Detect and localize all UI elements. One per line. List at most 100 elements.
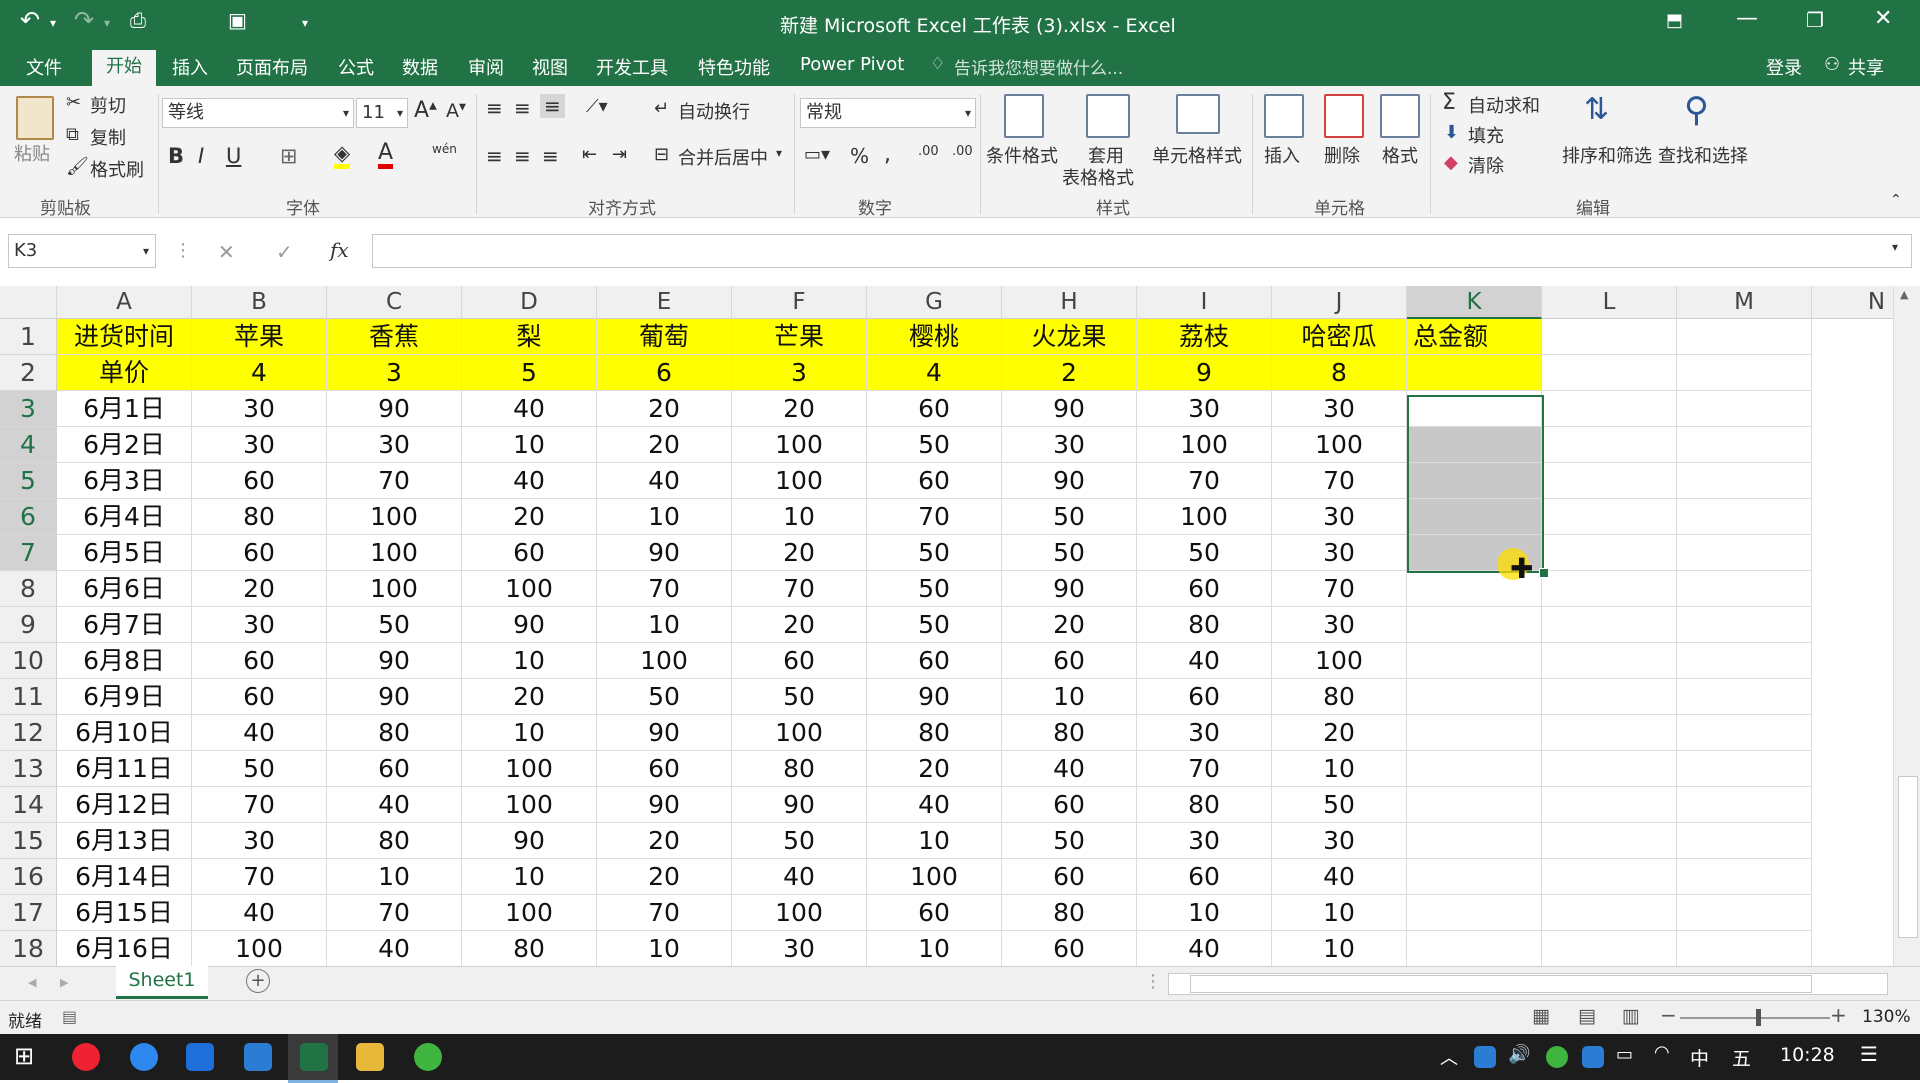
cell-j14[interactable]: 50 [1272, 787, 1407, 823]
cell-h15[interactable]: 50 [1002, 823, 1137, 859]
formula-input[interactable] [372, 234, 1912, 268]
column-header-c[interactable]: C [327, 286, 462, 319]
cell-b8[interactable]: 20 [192, 571, 327, 607]
align-right-icon[interactable]: ≡ [542, 144, 559, 168]
row-header-16[interactable]: 16 [0, 859, 57, 895]
cell-a3[interactable]: 6月1日 [57, 391, 192, 427]
cell-a17[interactable]: 6月15日 [57, 895, 192, 931]
cell-g11[interactable]: 90 [867, 679, 1002, 715]
cell-f16[interactable]: 40 [732, 859, 867, 895]
cell-a13[interactable]: 6月11日 [57, 751, 192, 787]
cell-d5[interactable]: 40 [462, 463, 597, 499]
row-header-12[interactable]: 12 [0, 715, 57, 751]
cell-j10[interactable]: 100 [1272, 643, 1407, 679]
increase-indent-icon[interactable]: ⇥ [612, 144, 627, 165]
font-name-select[interactable]: 等线 ▾ [162, 98, 354, 128]
row-header-13[interactable]: 13 [0, 751, 57, 787]
cell-m9[interactable] [1677, 607, 1812, 643]
zoom-level[interactable]: 130% [1862, 1007, 1911, 1027]
cell-e11[interactable]: 50 [597, 679, 732, 715]
cell-c4[interactable]: 30 [327, 427, 462, 463]
tray-expand-icon[interactable]: ︿ [1440, 1044, 1458, 1070]
cell-l10[interactable] [1542, 643, 1677, 679]
cell-m5[interactable] [1677, 463, 1812, 499]
clear-button[interactable]: 清除 [1468, 152, 1504, 178]
tray-star-icon[interactable] [1582, 1046, 1604, 1068]
cell-f8[interactable]: 70 [732, 571, 867, 607]
cell-d1[interactable]: 梨 [462, 319, 597, 355]
cell-m4[interactable] [1677, 427, 1812, 463]
cell-e14[interactable]: 90 [597, 787, 732, 823]
file-explorer-icon[interactable] [356, 1043, 384, 1071]
cell-d10[interactable]: 10 [462, 643, 597, 679]
cell-i6[interactable]: 100 [1137, 499, 1272, 535]
cell-l7[interactable] [1542, 535, 1677, 571]
ime-mode[interactable]: 五 [1732, 1044, 1751, 1071]
cell-l11[interactable] [1542, 679, 1677, 715]
italic-icon[interactable]: I [198, 144, 204, 168]
cell-k12[interactable] [1407, 715, 1542, 751]
cell-f12[interactable]: 100 [732, 715, 867, 751]
cell-a12[interactable]: 6月10日 [57, 715, 192, 751]
clock[interactable]: 10:28 [1780, 1044, 1835, 1066]
cell-b10[interactable]: 60 [192, 643, 327, 679]
row-header-15[interactable]: 15 [0, 823, 57, 859]
cell-f11[interactable]: 50 [732, 679, 867, 715]
insert-cells-button[interactable]: 插入 [1264, 142, 1300, 168]
align-bottom-icon[interactable]: ≡ [540, 94, 565, 118]
cell-e8[interactable]: 70 [597, 571, 732, 607]
cell-f9[interactable]: 20 [732, 607, 867, 643]
cell-d13[interactable]: 100 [462, 751, 597, 787]
tab-home[interactable]: 开始 [92, 50, 156, 86]
conditional-format-button[interactable]: 条件格式 [986, 142, 1058, 168]
cell-j2[interactable]: 8 [1272, 355, 1407, 391]
cell-g1[interactable]: 樱桃 [867, 319, 1002, 355]
cell-f5[interactable]: 100 [732, 463, 867, 499]
row-header-18[interactable]: 18 [0, 931, 57, 966]
undo-dropdown-icon[interactable]: ▾ [50, 16, 56, 30]
orientation-icon[interactable]: ⟋▾ [586, 96, 608, 117]
delete-cells-button[interactable]: 删除 [1324, 142, 1360, 168]
wrap-text-icon[interactable]: ↵ [654, 98, 669, 119]
customize-qat-icon[interactable]: ▾ [302, 16, 308, 30]
cell-j15[interactable]: 30 [1272, 823, 1407, 859]
split-handle-icon[interactable]: ⋮ [1144, 971, 1162, 992]
cell-f6[interactable]: 10 [732, 499, 867, 535]
cell-e7[interactable]: 90 [597, 535, 732, 571]
row-header-14[interactable]: 14 [0, 787, 57, 823]
underline-icon[interactable]: U [226, 144, 241, 168]
cell-styles-button[interactable]: 单元格样式 [1152, 142, 1242, 168]
undo-icon[interactable]: ↶ [20, 6, 40, 34]
page-break-view-icon[interactable]: ▥ [1622, 1005, 1640, 1027]
cell-b12[interactable]: 40 [192, 715, 327, 751]
add-sheet-icon[interactable]: + [246, 969, 270, 993]
cell-i1[interactable]: 荔枝 [1137, 319, 1272, 355]
format-cells-icon[interactable] [1380, 94, 1420, 138]
cell-d7[interactable]: 60 [462, 535, 597, 571]
expand-formula-icon[interactable]: ▾ [1892, 240, 1898, 254]
windows-start-icon[interactable]: ⊞ [14, 1042, 34, 1070]
cell-j13[interactable]: 10 [1272, 751, 1407, 787]
cell-i16[interactable]: 60 [1137, 859, 1272, 895]
cell-l8[interactable] [1542, 571, 1677, 607]
cell-h14[interactable]: 60 [1002, 787, 1137, 823]
format-as-table-icon[interactable] [1086, 94, 1130, 138]
cell-b17[interactable]: 40 [192, 895, 327, 931]
cell-i12[interactable]: 30 [1137, 715, 1272, 751]
cell-i15[interactable]: 30 [1137, 823, 1272, 859]
cell-h12[interactable]: 80 [1002, 715, 1137, 751]
cell-j8[interactable]: 70 [1272, 571, 1407, 607]
tab-formulas[interactable]: 公式 [338, 54, 374, 80]
cell-i11[interactable]: 60 [1137, 679, 1272, 715]
cell-h3[interactable]: 90 [1002, 391, 1137, 427]
print-preview-icon[interactable]: ⎙ [130, 8, 146, 32]
cell-d18[interactable]: 80 [462, 931, 597, 966]
row-header-9[interactable]: 9 [0, 607, 57, 643]
cell-g10[interactable]: 60 [867, 643, 1002, 679]
cell-h16[interactable]: 60 [1002, 859, 1137, 895]
cell-m14[interactable] [1677, 787, 1812, 823]
cell-a1[interactable]: 进货时间 [57, 319, 192, 355]
cell-h2[interactable]: 2 [1002, 355, 1137, 391]
wechat-icon[interactable] [414, 1043, 442, 1071]
cell-a6[interactable]: 6月4日 [57, 499, 192, 535]
